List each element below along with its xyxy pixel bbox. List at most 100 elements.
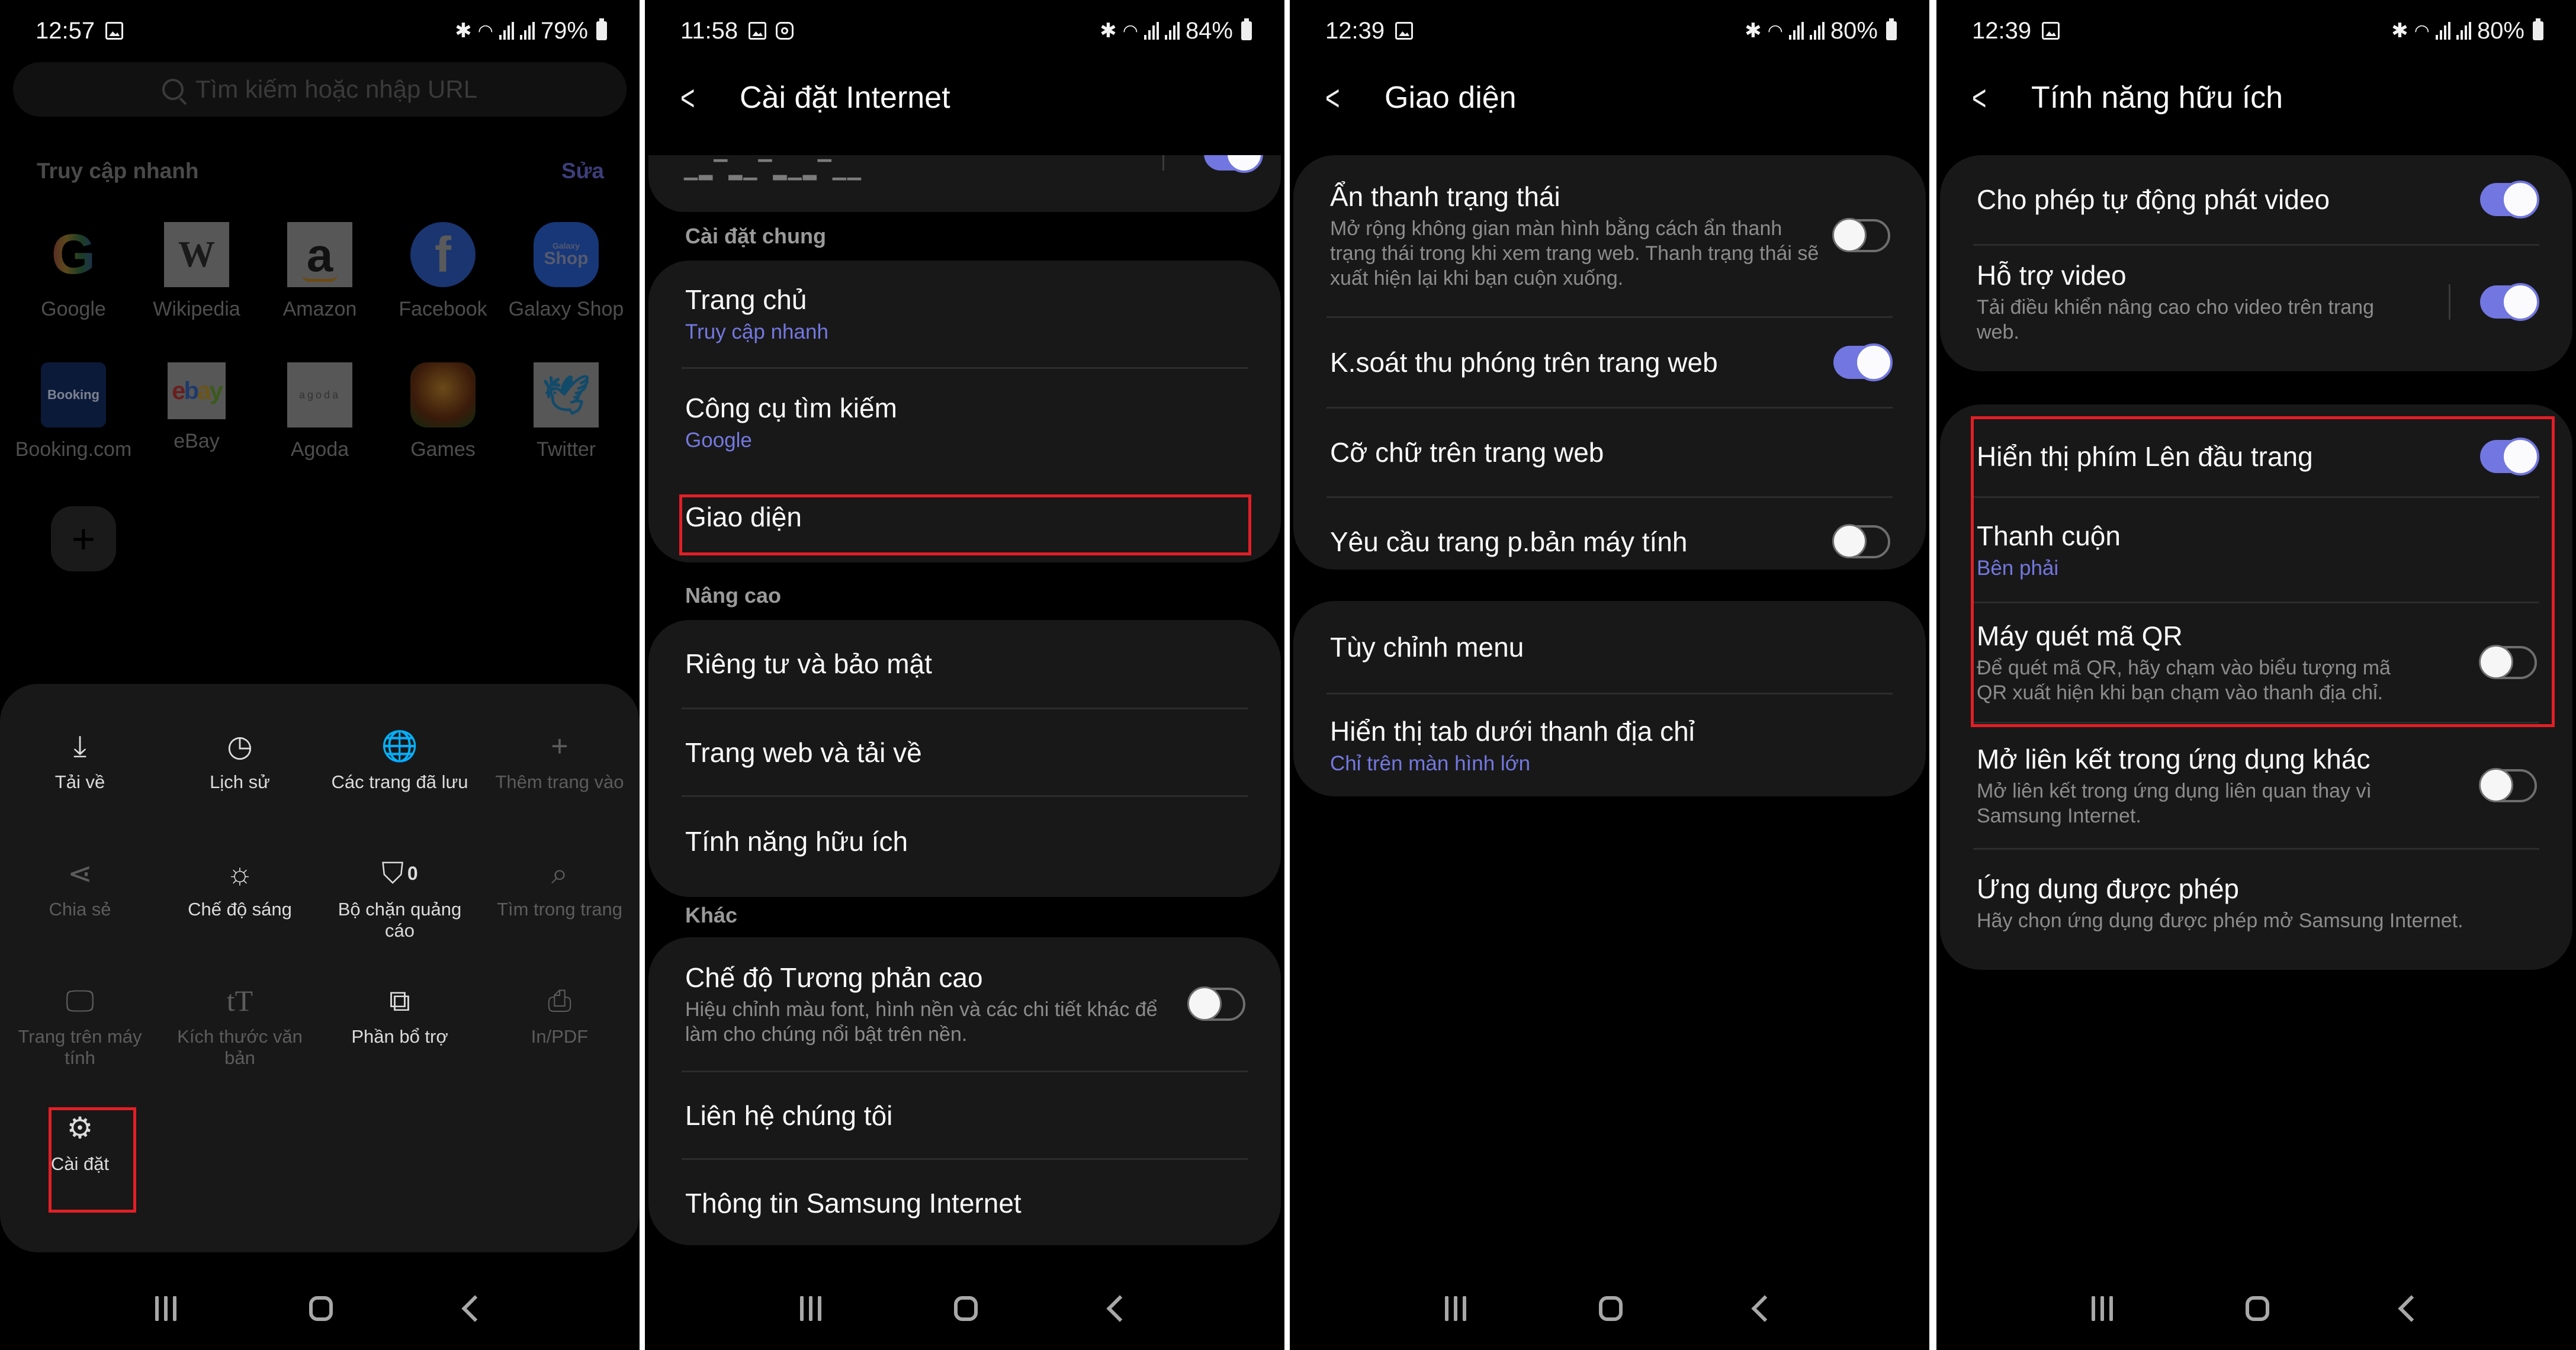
- add-quick-access-button[interactable]: +: [51, 506, 116, 571]
- quick-access-galaxy-shop[interactable]: Galaxy Shop Galaxy Shop: [505, 222, 628, 321]
- setting-sites-downloads[interactable]: Trang web và tải về: [648, 709, 1281, 795]
- recent-apps-icon[interactable]: [155, 1296, 176, 1321]
- quick-access-twitter[interactable]: 🕊 Twitter: [505, 362, 628, 461]
- menu-item-add-page[interactable]: + Thêm trang vào: [480, 725, 640, 853]
- menu-item-settings[interactable]: ⚙ Cài đặt: [0, 1107, 160, 1235]
- toggle-partial[interactable]: [1204, 155, 1263, 173]
- ad-blocker-count: 0: [407, 862, 418, 884]
- menu-item-add-ons[interactable]: ⧉ Phần bổ trợ: [320, 980, 480, 1107]
- share-icon: ⋖: [68, 857, 92, 890]
- quick-access-games[interactable]: Games: [381, 362, 505, 461]
- instagram-icon: [776, 22, 794, 40]
- setting-search-engine[interactable]: Công cụ tìm kiếm Google: [648, 369, 1281, 475]
- setting-video-assistant[interactable]: Hỗ trợ video Tải điều khiển nâng cao cho …: [1940, 246, 2572, 358]
- quick-access-wikipedia[interactable]: W Wikipedia: [135, 222, 258, 321]
- menu-item-downloads[interactable]: ⤓ Tải về: [0, 725, 160, 853]
- toggle-desktop-version[interactable]: [1832, 524, 1890, 558]
- setting-hide-status-bar[interactable]: Ẩn thanh trạng thái Mở rộng không gian mà…: [1293, 155, 1926, 316]
- menu-item-find-in-page[interactable]: ⌕ Tìm trong trang: [480, 853, 640, 980]
- back-arrow-icon[interactable]: <: [1325, 78, 1363, 118]
- setting-title: Mở liên kết trong ứng dụng khác: [1977, 744, 2371, 774]
- quick-access-google[interactable]: G Google: [12, 222, 135, 321]
- recent-apps-icon[interactable]: [800, 1296, 821, 1321]
- setting-zoom-control[interactable]: K.soát thu phóng trên trang web: [1293, 318, 1926, 407]
- setting-scroll-to-top-button[interactable]: Hiển thị phím Lên đầu trang: [1940, 404, 2572, 496]
- back-icon[interactable]: [2398, 1295, 2425, 1322]
- section-label-advanced: Nâng cao: [685, 583, 782, 608]
- setting-description: Tải điều khiển nâng cao cho video trên t…: [1977, 296, 2375, 343]
- battery-icon: [1241, 18, 1252, 40]
- setting-high-contrast[interactable]: Chế độ Tương phản cao Hiệu chỉnh màu font…: [648, 937, 1281, 1071]
- quick-access-edit-link[interactable]: Sửa: [561, 159, 604, 184]
- setting-homepage[interactable]: Trang chủ Truy cập nhanh: [648, 261, 1281, 367]
- home-icon[interactable]: [954, 1296, 978, 1321]
- url-search-bar[interactable]: Tìm kiếm hoặc nhập URL: [13, 62, 627, 117]
- back-arrow-icon[interactable]: <: [1972, 78, 2009, 118]
- setting-useful-features[interactable]: Tính năng hữu ích: [648, 797, 1281, 886]
- setting-about[interactable]: Thông tin Samsung Internet: [648, 1160, 1281, 1246]
- toggle-scroll-to-top[interactable]: [2480, 437, 2539, 475]
- setting-scroll-bar[interactable]: Thanh cuộn Bên phải: [1940, 498, 2572, 602]
- battery-percent: 80%: [2477, 17, 2524, 44]
- setting-open-links-in-apps[interactable]: Mở liên kết trong ứng dụng khác Mở liên k…: [1940, 724, 2572, 848]
- quick-access-booking[interactable]: Booking Booking.com: [12, 362, 135, 461]
- ad-blocker-icon: ⛉: [381, 856, 404, 890]
- menu-item-ad-blocker[interactable]: ⛉ 0 Bộ chặn quảng cáo: [320, 853, 480, 980]
- home-icon[interactable]: [1599, 1296, 1623, 1321]
- setting-contact-us[interactable]: Liên hệ chúng tôi: [648, 1072, 1281, 1158]
- setting-title: Ẩn thanh trạng thái: [1330, 181, 1560, 212]
- home-icon[interactable]: [309, 1296, 333, 1321]
- menu-item-share[interactable]: ⋖ Chia sẻ: [0, 853, 160, 980]
- toggle-autoplay-video[interactable]: [2480, 181, 2539, 218]
- back-icon[interactable]: [1106, 1295, 1133, 1322]
- menu-item-text-size[interactable]: tT Kích thước văn bản: [160, 980, 320, 1107]
- setting-title: Hỗ trợ video: [1977, 260, 2127, 291]
- menu-item-print-pdf[interactable]: ⎙ In/PDF: [480, 980, 640, 1107]
- back-icon[interactable]: [461, 1295, 489, 1322]
- setting-appearance[interactable]: Giao diện: [648, 475, 1281, 558]
- toggle-knob: [2501, 181, 2539, 218]
- signal-icon: [499, 22, 514, 40]
- menu-item-light-mode[interactable]: ☼ Chế độ sáng: [160, 853, 320, 980]
- toggle-zoom-control[interactable]: [1833, 343, 1893, 381]
- recent-apps-icon[interactable]: [1445, 1296, 1466, 1321]
- quick-access-agoda[interactable]: agoda Agoda: [258, 362, 381, 461]
- back-icon[interactable]: [1751, 1295, 1778, 1322]
- image-icon: [1395, 22, 1414, 40]
- system-nav-bar: [1936, 1267, 2576, 1350]
- image-icon: [105, 22, 124, 40]
- setting-text-size[interactable]: Cỡ chữ trên trang web: [1293, 409, 1926, 496]
- card-advanced: Riêng tư và bảo mật Trang web và tải về …: [648, 620, 1281, 897]
- setting-tabs-below-address-bar[interactable]: Hiển thị tab dưới thanh địa chỉ Chỉ trên …: [1293, 695, 1926, 796]
- quick-access-facebook[interactable]: f Facebook: [381, 222, 505, 321]
- setting-value: Google: [685, 429, 752, 452]
- back-arrow-icon[interactable]: <: [680, 78, 718, 118]
- page-header: < Giao diện: [1325, 74, 1517, 121]
- signal-icon: [1144, 22, 1159, 40]
- setting-customize-menu[interactable]: Tùy chỉnh menu: [1293, 601, 1926, 693]
- setting-qr-scanner[interactable]: Máy quét mã QR Để quét mã QR, hãy chạm và…: [1940, 603, 2572, 722]
- ebay-icon: ebay: [168, 362, 226, 419]
- menu-item-desktop-site[interactable]: 🖵 Trang trên máy tính: [0, 980, 160, 1107]
- quick-access-amazon[interactable]: a Amazon: [258, 222, 381, 321]
- home-icon[interactable]: [2246, 1296, 2269, 1321]
- setting-privacy[interactable]: Riêng tư và bảo mật: [648, 620, 1281, 708]
- toggle-high-contrast[interactable]: [1187, 986, 1245, 1021]
- setting-autoplay-video[interactable]: Cho phép tự động phát video: [1940, 155, 2572, 244]
- setting-desktop-version[interactable]: Yêu cầu trang p.bản máy tính: [1293, 498, 1926, 586]
- menu-item-history[interactable]: ◷ Lịch sử: [160, 725, 320, 853]
- toggle-qr-scanner[interactable]: [2479, 645, 2537, 679]
- setting-description: Mở liên kết trong ứng dụng liên quan tha…: [1977, 780, 2372, 827]
- toggle-hide-status-bar[interactable]: [1832, 218, 1890, 252]
- plus-icon: +: [71, 516, 96, 562]
- search-placeholder: Tìm kiếm hoặc nhập URL: [195, 75, 478, 103]
- quick-access-ebay[interactable]: ebay eBay: [135, 362, 258, 461]
- menu-item-saved-pages[interactable]: 🌐 Các trang đã lưu: [320, 725, 480, 853]
- setting-allowed-apps[interactable]: Ứng dụng được phép Hãy chọn ứng dụng được…: [1940, 850, 2572, 956]
- toggle-open-links-in-apps[interactable]: [2479, 768, 2537, 802]
- games-icon: [410, 362, 476, 427]
- toggle-video-assistant[interactable]: [2480, 283, 2539, 321]
- recent-apps-icon[interactable]: [2092, 1296, 2113, 1321]
- section-label-other: Khác: [685, 903, 738, 927]
- image-icon: [749, 22, 767, 40]
